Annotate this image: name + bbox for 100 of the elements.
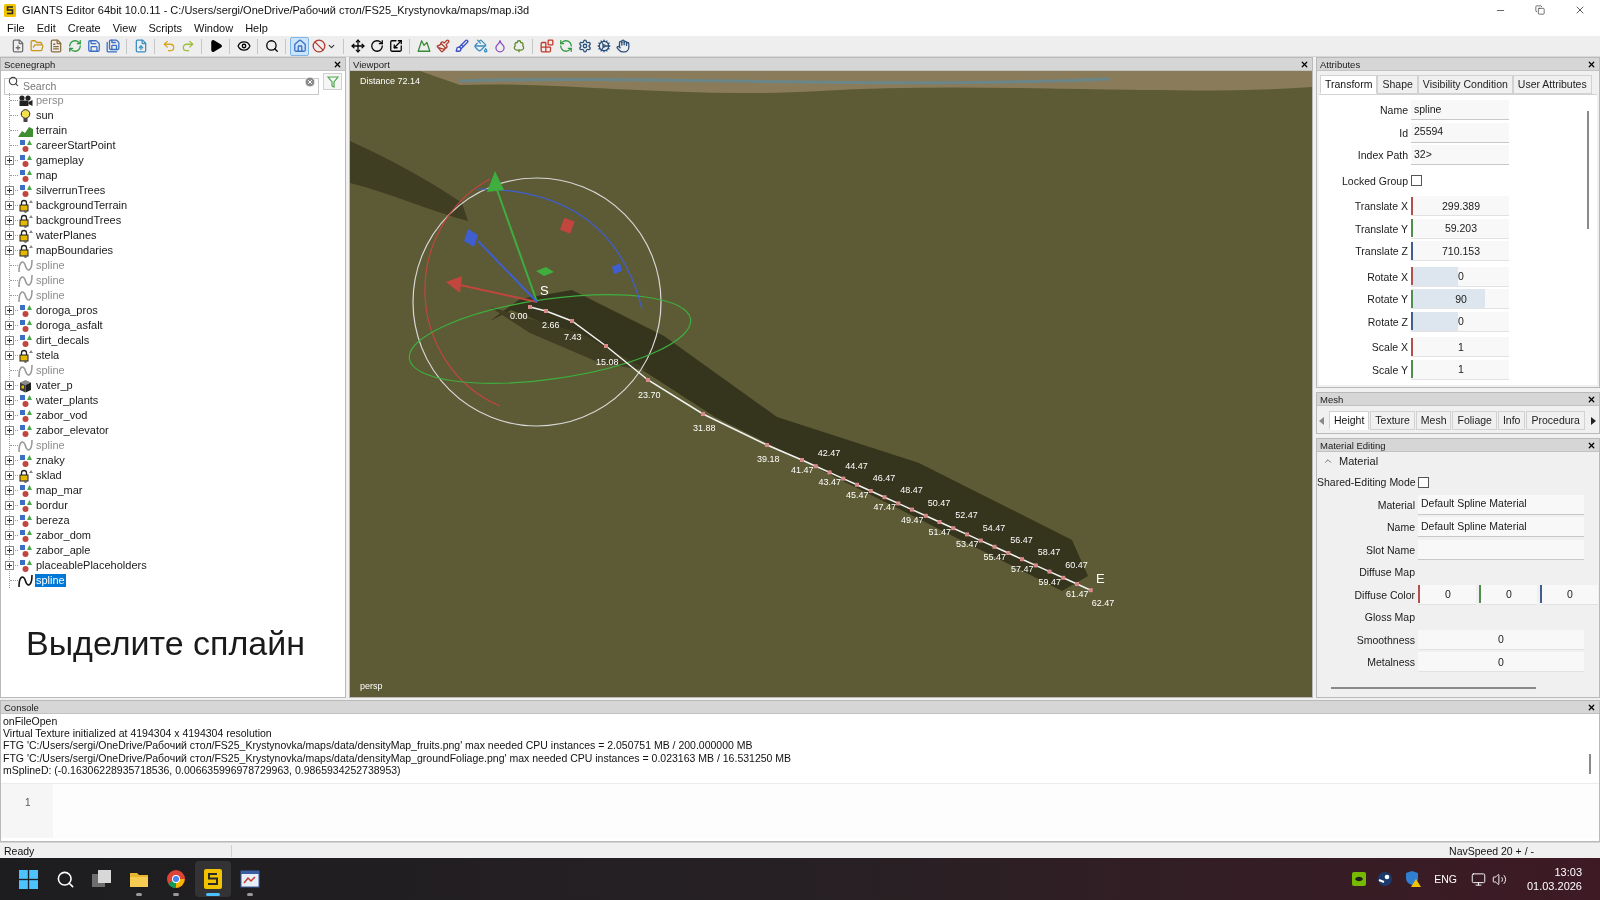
tree-item[interactable]: spline — [35, 574, 66, 587]
tree-item[interactable]: stela — [35, 349, 61, 362]
tree-item[interactable]: map_mar — [35, 484, 84, 497]
close-icon[interactable] — [333, 59, 342, 69]
number-field[interactable]: 0 — [1418, 584, 1476, 605]
tree-item[interactable]: terrain — [35, 124, 69, 137]
slider-field[interactable]: 90 — [1411, 289, 1509, 310]
tree-item[interactable]: bereza — [35, 514, 71, 527]
tab[interactable]: User Attributes — [1512, 75, 1592, 94]
tree-item[interactable]: spline — [35, 274, 66, 287]
number-field[interactable]: 0 — [1540, 584, 1598, 605]
menu-item[interactable]: Edit — [30, 21, 62, 35]
tree-item[interactable]: silverrunTrees — [35, 184, 107, 197]
task-view-icon[interactable] — [92, 870, 112, 888]
tree-item[interactable]: map — [35, 169, 59, 182]
tab[interactable]: Texture — [1370, 411, 1415, 430]
expand-icon[interactable] — [5, 381, 14, 390]
tray-app-icon[interactable] — [1352, 872, 1367, 886]
tray-app-icon[interactable] — [1378, 872, 1393, 886]
clock-time[interactable]: 13:03 — [1554, 865, 1582, 879]
clock-date[interactable]: 01.03.2026 — [1526, 879, 1582, 893]
text-field[interactable]: 32> — [1411, 145, 1509, 166]
expand-icon[interactable] — [5, 186, 14, 195]
language-indicator[interactable]: ENG — [1434, 873, 1457, 885]
expand-icon[interactable] — [5, 231, 14, 240]
windows-logo-icon[interactable] — [18, 869, 38, 889]
number-field[interactable]: 299.389 — [1411, 196, 1509, 217]
menu-item[interactable]: Window — [188, 21, 240, 35]
checkbox[interactable] — [1418, 476, 1429, 488]
restore-icon[interactable] — [1535, 5, 1545, 15]
tree-item[interactable]: careerStartPoint — [35, 139, 117, 152]
tab[interactable]: Foliage — [1452, 411, 1497, 430]
vertical-scrollbar[interactable] — [1589, 754, 1591, 774]
number-field[interactable]: 0 — [1418, 652, 1584, 673]
close-icon[interactable] — [1587, 440, 1596, 450]
expand-icon[interactable] — [5, 486, 14, 495]
expand-icon[interactable] — [5, 351, 14, 360]
expand-icon[interactable] — [5, 156, 14, 165]
close-icon[interactable] — [1587, 702, 1596, 712]
tree-item[interactable]: mapBoundaries — [35, 244, 115, 257]
tree-item[interactable]: spline — [35, 439, 66, 452]
expand-icon[interactable] — [5, 246, 14, 255]
tab[interactable]: Transform — [1320, 75, 1378, 94]
search-icon[interactable] — [55, 869, 75, 889]
tree-item[interactable]: spline — [35, 289, 66, 302]
tree-item[interactable]: bordur — [35, 499, 69, 512]
expand-icon[interactable] — [5, 456, 14, 465]
number-field[interactable]: 0 — [1479, 584, 1537, 605]
tree-item[interactable]: water_plants — [35, 394, 100, 407]
close-icon[interactable] — [1300, 59, 1309, 69]
scroll-left-icon[interactable] — [1319, 417, 1325, 425]
script-input-field[interactable]: 1 — [1, 783, 1599, 838]
tree-item[interactable]: spline — [35, 259, 66, 272]
slider-field[interactable]: 0 — [1411, 311, 1509, 332]
tree-item[interactable]: zabor_dom — [35, 529, 93, 542]
text-field[interactable]: Default Spline Material — [1418, 517, 1584, 538]
text-field[interactable]: Default Spline Material — [1418, 494, 1584, 515]
tree-item[interactable]: placeablePlaceholders — [35, 559, 148, 572]
number-field[interactable]: 1 — [1411, 359, 1509, 380]
tab[interactable]: Mesh — [1415, 411, 1452, 430]
expand-icon[interactable] — [5, 471, 14, 480]
menu-item[interactable]: View — [106, 21, 143, 35]
tab[interactable]: Height — [1329, 411, 1370, 430]
expand-icon[interactable] — [5, 411, 14, 420]
text-field[interactable] — [1418, 539, 1584, 560]
expand-icon[interactable] — [5, 396, 14, 405]
tab[interactable]: Procedura — [1526, 411, 1585, 430]
vertical-scrollbar[interactable] — [1587, 111, 1589, 229]
home-button[interactable] — [290, 36, 309, 56]
horizontal-scrollbar[interactable] — [1331, 687, 1536, 689]
menu-item[interactable]: Help — [239, 21, 274, 35]
expand-icon[interactable] — [5, 516, 14, 525]
shield-warning-icon[interactable] — [1405, 871, 1422, 887]
expand-icon[interactable] — [5, 336, 14, 345]
tree-item[interactable]: spline — [35, 364, 66, 377]
taskbar-app[interactable] — [195, 861, 231, 897]
tree-item[interactable]: zabor_elevator — [35, 424, 110, 437]
close-icon[interactable] — [1587, 394, 1596, 404]
tree-item[interactable]: zabor_aple — [35, 544, 92, 557]
close-icon[interactable] — [1587, 59, 1596, 69]
search-field[interactable]: Search — [4, 77, 319, 95]
expand-icon[interactable] — [5, 501, 14, 510]
tree-item[interactable]: dirt_decals — [35, 334, 91, 347]
number-field[interactable]: 0 — [1418, 629, 1584, 650]
tree-item[interactable]: znaky — [35, 454, 66, 467]
clear-icon[interactable] — [304, 75, 316, 88]
tab[interactable]: Visibility Condition — [1417, 75, 1513, 94]
tree-item[interactable]: doroga_asfalt — [35, 319, 104, 332]
number-field[interactable]: 710.153 — [1411, 241, 1509, 262]
tree-item[interactable]: backgroundTrees — [35, 214, 123, 227]
tree-item[interactable]: vater_p — [35, 379, 74, 392]
tree-item[interactable]: doroga_pros — [35, 304, 99, 317]
expand-icon[interactable] — [5, 546, 14, 555]
slider-field[interactable]: 0 — [1411, 266, 1509, 287]
collapse-icon[interactable] — [1323, 456, 1333, 466]
close-icon[interactable] — [1574, 4, 1586, 16]
tree-item[interactable]: sun — [35, 109, 55, 122]
tree-item[interactable]: gameplay — [35, 154, 85, 167]
text-field[interactable]: spline — [1411, 100, 1509, 121]
expand-icon[interactable] — [5, 321, 14, 330]
